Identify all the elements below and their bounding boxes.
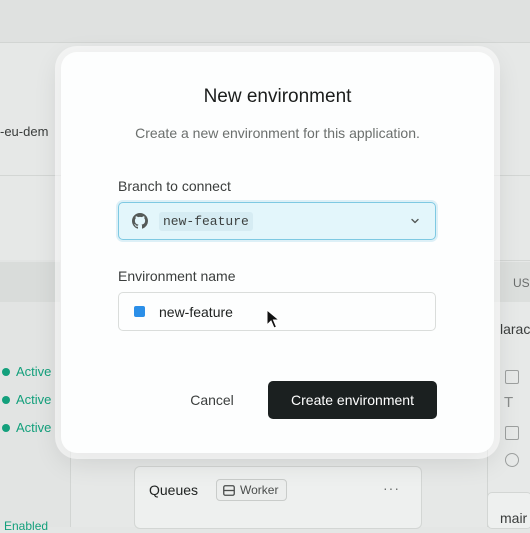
status-badge: Active: [2, 420, 51, 435]
queues-card-title: Queues: [149, 482, 199, 498]
branch-select[interactable]: new-feature: [118, 202, 436, 240]
branch-value: new-feature: [159, 211, 253, 231]
dialog-title: New environment: [203, 86, 352, 107]
status-badge: Active: [2, 364, 51, 379]
background-left-header: [0, 262, 60, 302]
status-dot: [2, 395, 10, 404]
cancel-button[interactable]: Cancel: [181, 381, 243, 419]
environment-name-value: new-feature: [159, 303, 233, 320]
more-icon: ···: [383, 480, 400, 496]
create-environment-button[interactable]: Create environment: [268, 381, 437, 419]
background-enabled-label: Enabled: [4, 519, 49, 533]
server-icon: [223, 484, 235, 496]
dialog-subtitle: Create a new environment for this applic…: [135, 125, 420, 141]
background-right-card-label: mair: [500, 510, 528, 526]
background-right-header-label: US: [513, 276, 530, 290]
chevron-down-icon: [411, 218, 419, 224]
background-right-item: larac: [500, 321, 530, 337]
text-icon: T: [504, 394, 514, 411]
environment-name-label: Environment name: [118, 268, 236, 284]
status-badge: Active: [2, 392, 51, 407]
layout-icon: [505, 426, 519, 440]
status-dot: [2, 423, 10, 432]
mouse-cursor-icon: [266, 309, 280, 329]
background-header: [0, 0, 530, 43]
environment-color-swatch[interactable]: [134, 306, 145, 317]
clock-icon: [505, 453, 519, 467]
new-environment-dialog: New environment Create a new environment…: [61, 52, 494, 453]
table-icon: [505, 370, 519, 384]
worker-badge: Worker: [216, 479, 288, 501]
status-dot: [2, 367, 10, 376]
background-project-name: -eu-dem: [0, 124, 49, 139]
branch-label: Branch to connect: [118, 178, 231, 194]
github-icon: [131, 212, 149, 230]
